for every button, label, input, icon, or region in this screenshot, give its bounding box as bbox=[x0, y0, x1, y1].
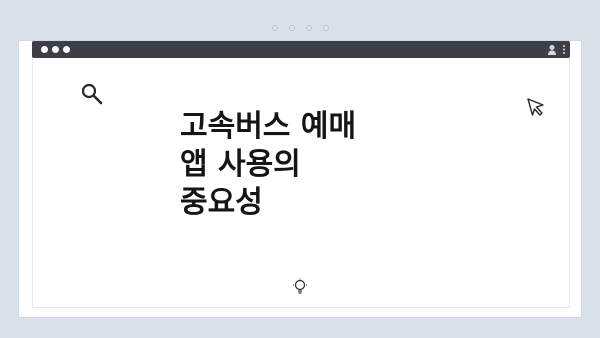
search-icon bbox=[81, 83, 103, 105]
page-title: 고속버스 예매 앱 사용의 중요성 bbox=[180, 109, 357, 220]
pagination-dots bbox=[0, 25, 600, 31]
cursor-pointer-icon bbox=[527, 98, 544, 116]
window-minimize-dot[interactable] bbox=[52, 46, 59, 53]
window-controls bbox=[41, 46, 70, 53]
window-maximize-dot[interactable] bbox=[63, 46, 70, 53]
pagination-dot bbox=[288, 25, 295, 31]
profile-icon[interactable] bbox=[547, 44, 557, 55]
pagination-dot bbox=[305, 25, 312, 31]
pagination-dot bbox=[322, 25, 329, 31]
browser-titlebar bbox=[32, 41, 570, 58]
pagination-dot bbox=[271, 25, 278, 31]
window-close-dot[interactable] bbox=[41, 46, 48, 53]
lightbulb-icon bbox=[293, 278, 307, 294]
kebab-menu-icon[interactable] bbox=[562, 44, 566, 55]
